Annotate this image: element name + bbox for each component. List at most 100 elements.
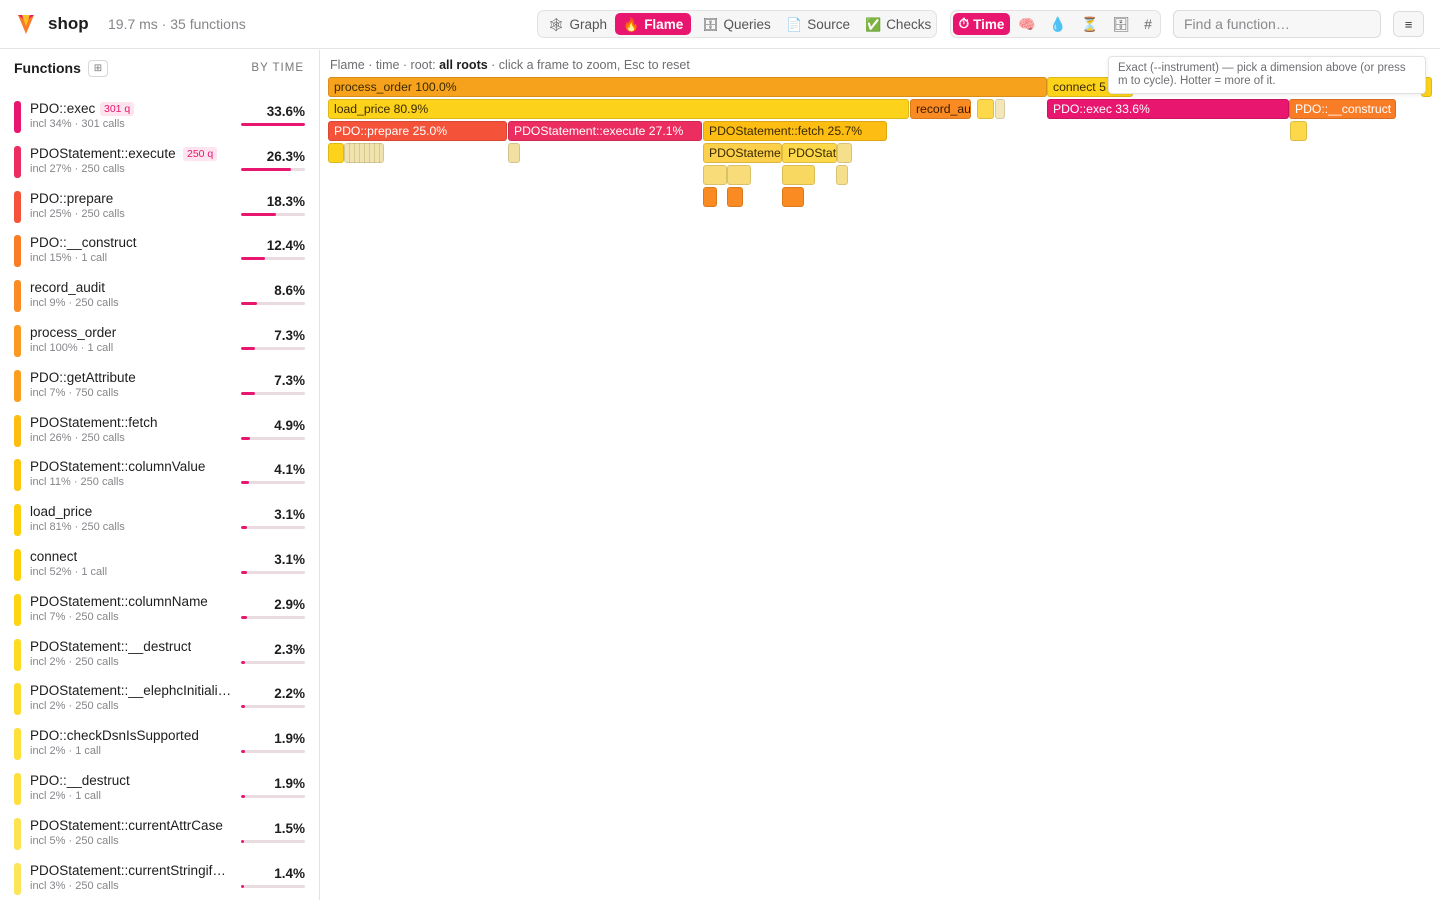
tab-flame[interactable]: 🔥 Flame [615, 13, 692, 35]
percent-bar-fill [241, 391, 255, 395]
dimension-time[interactable]: ⏱ Time [953, 13, 1010, 35]
function-meta: incl 2% · 250 calls [30, 655, 119, 668]
flame-frame[interactable]: PDOStatemen [703, 143, 782, 163]
function-percent: 1.9% [274, 775, 305, 791]
sort-by-time-button[interactable]: BY TIME [251, 62, 304, 74]
function-percent: 7.3% [274, 327, 305, 343]
flame-frame[interactable]: PDOStatement::fetch 25.7% [703, 121, 887, 141]
flame-frame[interactable] [836, 165, 848, 185]
function-row[interactable]: PDOStatement::currentStringif… incl 3% · … [0, 857, 319, 900]
function-row[interactable]: PDO::checkDsnIsSupported incl 2% · 1 call… [0, 722, 319, 767]
flame-frame[interactable] [977, 99, 994, 119]
function-name: connect [30, 548, 78, 564]
function-row[interactable]: PDO::exec 301 q incl 34% · 301 calls 33.6% [0, 95, 319, 140]
dimension-time-label: Time [973, 16, 1005, 32]
function-percent: 4.9% [274, 417, 305, 433]
function-row[interactable]: PDOStatement::__elephcInitiali… incl 2% ·… [0, 677, 319, 722]
dimension-queries[interactable]: 🗄 [1109, 13, 1133, 35]
droplet-icon: 💧 [1049, 15, 1067, 32]
function-row[interactable]: PDO::prepare incl 25% · 250 calls 18.3% [0, 185, 319, 230]
function-row[interactable]: PDO::__construct incl 15% · 1 call 12.4% [0, 229, 319, 274]
percent-bar-fill [241, 615, 247, 619]
tab-queries[interactable]: 🗄 Queries [694, 13, 779, 35]
dimension-leak[interactable]: 💧 [1046, 13, 1070, 35]
percent-bar [241, 526, 305, 530]
function-row[interactable]: PDO::__destruct incl 2% · 1 call 1.9% [0, 767, 319, 812]
percent-bar-fill [241, 257, 265, 261]
flame-frame[interactable]: PDO::__construct [1289, 99, 1396, 119]
function-meta: incl 3% · 250 calls [30, 879, 119, 892]
function-name: PDOStatement::currentAttrCase [30, 817, 223, 833]
dimension-memory[interactable]: 🧠 [1015, 13, 1039, 35]
percent-bar-fill [241, 436, 251, 440]
function-row[interactable]: PDOStatement::columnValue incl 11% · 250 … [0, 453, 319, 498]
function-row[interactable]: PDO::getAttribute incl 7% · 750 calls 7.3% [0, 364, 319, 409]
function-row[interactable]: PDOStatement::__destruct incl 2% · 250 ca… [0, 633, 319, 678]
function-row[interactable]: process_order incl 100% · 1 call 7.3% [0, 319, 319, 364]
function-row[interactable]: record_audit incl 9% · 250 calls 8.6% [0, 274, 319, 319]
function-row[interactable]: PDOStatement::columnName incl 7% · 250 ca… [0, 588, 319, 633]
flame-frame[interactable] [782, 165, 815, 185]
flame-frame[interactable]: PDO::prepare 25.0% [328, 121, 507, 141]
flame-frame[interactable] [727, 187, 743, 207]
heat-stripe [14, 593, 21, 626]
function-row[interactable]: PDOStatement::currentAttrCase incl 5% · 2… [0, 812, 319, 857]
function-name: PDO::__destruct [30, 772, 130, 788]
flame-frame[interactable]: PDOStat [782, 143, 837, 163]
function-name: record_audit [30, 280, 106, 296]
flame-frame[interactable]: load_price 80.9% [328, 99, 909, 119]
function-name: PDO::prepare [30, 190, 114, 206]
tab-checks[interactable]: ✅ Checks [857, 13, 939, 35]
function-percent: 4.1% [274, 462, 305, 478]
function-percent: 2.9% [274, 596, 305, 612]
function-row[interactable]: connect incl 52% · 1 call 3.1% [0, 543, 319, 588]
heat-stripe [14, 772, 21, 805]
tab-graph[interactable]: 🕸 Graph [540, 13, 615, 35]
percent-bar [241, 391, 305, 395]
flame-breadcrumb: Flame · time · root: all roots · click a… [330, 58, 690, 72]
function-meta: incl 2% · 250 calls [30, 700, 119, 713]
percent-bar-fill [241, 123, 305, 126]
function-search-input[interactable] [1173, 10, 1381, 38]
flame-frame[interactable] [727, 165, 751, 185]
function-percent: 1.5% [274, 820, 305, 836]
flame-frame[interactable] [1290, 121, 1307, 141]
menu-button[interactable]: ≡ [1393, 11, 1424, 37]
tab-source[interactable]: 📄 Source [778, 13, 858, 35]
percent-bar [241, 839, 305, 843]
function-row[interactable]: PDOStatement::fetch incl 26% · 250 calls 4… [0, 409, 319, 454]
crumb-root-link[interactable]: all roots [439, 58, 488, 72]
percent-bar [241, 794, 305, 798]
function-row[interactable]: PDOStatement::execute 250 q incl 27% · 250… [0, 140, 319, 185]
function-meta: incl 2% · 1 call [30, 789, 101, 802]
stopwatch-icon: ⏱ [958, 16, 970, 31]
flame-frame[interactable] [782, 187, 804, 207]
flame-frame[interactable] [344, 143, 384, 163]
flame-frame[interactable] [508, 143, 520, 163]
view-switcher: 🕸 Graph 🔥 Flame 🗄 Queries 📄 Source ✅ Che… [537, 10, 937, 38]
flame-frame[interactable] [995, 99, 1005, 119]
sidebar-toggle-button[interactable]: ⊞ [88, 60, 108, 77]
app-name: shop [48, 14, 89, 33]
dimension-calls[interactable]: # [1136, 13, 1160, 35]
flame-frame[interactable]: process_order 100.0% [328, 77, 1047, 97]
function-percent: 12.4% [266, 238, 305, 254]
flame-frame[interactable] [703, 165, 727, 185]
flame-frame[interactable] [703, 187, 717, 207]
heat-stripe [14, 459, 21, 492]
percent-bar-fill [241, 212, 276, 216]
function-meta: incl 34% · 301 calls [30, 118, 125, 130]
flame-frame[interactable] [837, 143, 852, 163]
function-row[interactable]: load_price incl 81% · 250 calls 3.1% [0, 498, 319, 543]
flame-frame[interactable]: record_au [910, 99, 971, 119]
percent-bar [241, 750, 305, 754]
percent-bar [241, 346, 305, 350]
function-percent: 8.6% [274, 283, 305, 299]
flame-frame[interactable]: PDO::exec 33.6% [1047, 99, 1289, 119]
dimension-wait[interactable]: ⏳ [1078, 13, 1102, 35]
tab-graph-label: Graph [569, 16, 608, 32]
flame-frame[interactable]: PDOStatement::execute 27.1% [508, 121, 702, 141]
flame-frame[interactable] [328, 143, 344, 163]
heat-stripe [14, 728, 21, 761]
heat-stripe [14, 280, 21, 313]
